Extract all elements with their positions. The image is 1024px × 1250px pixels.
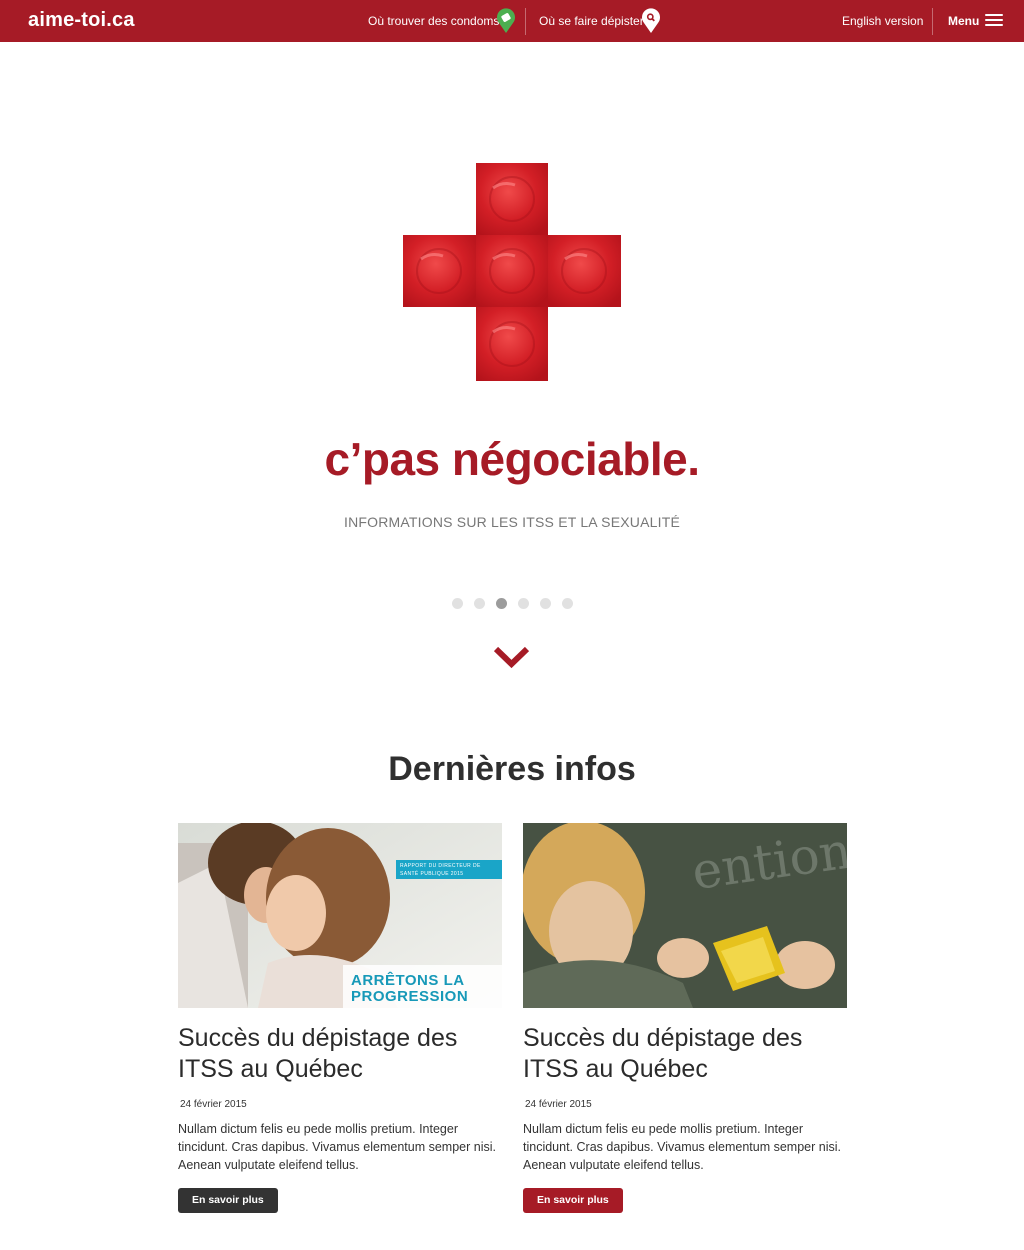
section-title-latest-news: Dernières infos xyxy=(388,750,636,788)
news-card-excerpt: Nullam dictum felis eu pede mollis preti… xyxy=(178,1122,496,1172)
menu-button[interactable]: Menu xyxy=(948,14,979,28)
carousel-dot-1[interactable] xyxy=(452,598,463,609)
news-card-date: 24 février 2015 xyxy=(180,1099,247,1110)
news-card-title[interactable]: Succès du dépistage des ITSS au Québec xyxy=(178,1023,502,1085)
nav-where-screening[interactable]: Où se faire dépister xyxy=(539,14,644,28)
site-logo[interactable]: aime-toi.ca xyxy=(28,9,135,32)
condom-location-pin-icon[interactable] xyxy=(496,8,516,34)
news-card-excerpt: Nullam dictum felis eu pede mollis preti… xyxy=(523,1122,841,1172)
carousel-dot-3[interactable] xyxy=(496,598,507,609)
hero-title: c’pas négociable. xyxy=(324,433,700,485)
news-card-date: 24 février 2015 xyxy=(525,1099,592,1110)
news-card-image[interactable]: ention xyxy=(523,823,847,1008)
carousel-dot-4[interactable] xyxy=(518,598,529,609)
nav-where-condoms[interactable]: Où trouver des condoms xyxy=(368,14,499,28)
screening-location-pin-icon[interactable] xyxy=(641,8,661,34)
condom-cross-image xyxy=(403,163,621,381)
image-banner-line-1: ARRÊTONS LA xyxy=(351,972,465,989)
carousel-dot-2[interactable] xyxy=(474,598,485,609)
news-card: ention Succès du dépistage des ITSS au Q… xyxy=(523,823,847,1213)
carousel-dot-6[interactable] xyxy=(562,598,573,609)
news-card: RAPPORT DU DIRECTEUR DE SANTÉ PUBLIQUE 2… xyxy=(178,823,502,1213)
news-card-title[interactable]: Succès du dépistage des ITSS au Québec xyxy=(523,1023,847,1085)
image-banner-text: ARRÊTONS LA PROGRESSION xyxy=(351,973,468,1005)
read-more-button[interactable]: En savoir plus xyxy=(178,1188,278,1213)
read-more-button[interactable]: En savoir plus xyxy=(523,1188,623,1213)
nav-divider xyxy=(525,8,526,35)
report-tag: RAPPORT DU DIRECTEUR DE SANTÉ PUBLIQUE 2… xyxy=(396,860,502,879)
english-version-link[interactable]: English version xyxy=(842,14,923,28)
nav-divider xyxy=(932,8,933,35)
hamburger-menu-icon[interactable] xyxy=(985,14,1003,28)
top-navigation-bar: aime-toi.ca Où trouver des condoms Où se… xyxy=(0,0,1024,42)
scroll-down-chevron-icon[interactable] xyxy=(493,645,530,669)
image-banner-line-2: PROGRESSION xyxy=(351,988,469,1005)
hero-subtitle: INFORMATIONS SUR LES ITSS ET LA SEXUALIT… xyxy=(344,514,680,530)
carousel-dot-5[interactable] xyxy=(540,598,551,609)
news-card-image[interactable]: RAPPORT DU DIRECTEUR DE SANTÉ PUBLIQUE 2… xyxy=(178,823,502,1008)
carousel-dots xyxy=(452,598,576,610)
